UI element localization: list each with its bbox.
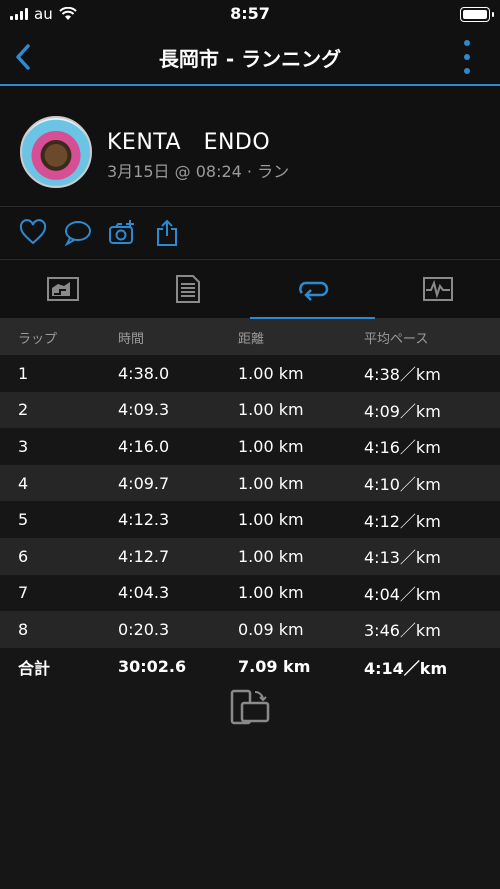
lap-number: 5 — [0, 501, 117, 538]
heart-icon[interactable] — [19, 219, 47, 247]
lap-time: 4:09.3 — [117, 391, 237, 429]
rotate-screen-icon[interactable] — [229, 688, 271, 726]
lap-distance: 1.00 km — [237, 537, 363, 575]
lap-time: 4:09.7 — [117, 464, 237, 502]
lap-distance: 1.00 km — [237, 574, 363, 612]
table-row: 5 4:12.3 1.00 km 4:12／km — [0, 501, 500, 538]
share-icon[interactable] — [153, 219, 181, 247]
lap-pace: 4:04／km — [363, 574, 500, 612]
battery-icon — [460, 7, 494, 22]
summary-chart-icon — [46, 277, 79, 301]
page-title: 長岡市 - ランニング — [158, 47, 342, 71]
laps-icon — [298, 281, 328, 301]
lap-time: 4:04.3 — [117, 574, 237, 612]
lap-pace: 4:13／km — [363, 537, 500, 575]
graph-icon — [422, 277, 453, 301]
status-time: 8:57 — [230, 4, 270, 23]
comment-icon[interactable] — [64, 219, 92, 247]
table-row: 3 4:16.0 1.00 km 4:16／km — [0, 428, 500, 465]
avatar[interactable] — [20, 116, 92, 188]
lap-distance: 1.00 km — [237, 391, 363, 429]
lap-time: 4:12.7 — [117, 537, 237, 575]
table-header: ラップ 時間 距離 平均ペース — [0, 319, 500, 355]
user-name[interactable]: KENTA ENDO — [107, 124, 270, 156]
lap-number: 3 — [0, 428, 117, 465]
lap-distance: 1.00 km — [237, 428, 363, 465]
table-row: 8 0:20.3 0.09 km 3:46／km — [0, 611, 500, 648]
status-bar: au 8:57 — [0, 0, 500, 30]
lap-number: 6 — [0, 537, 117, 575]
lap-time: 4:38.0 — [117, 355, 237, 392]
action-bar — [0, 207, 500, 260]
total-pace: 4:14／km — [363, 647, 500, 686]
lap-distance: 0.09 km — [237, 611, 363, 648]
tab-graphs[interactable] — [375, 260, 500, 318]
tab-summary[interactable] — [0, 260, 125, 318]
table-row: 4 4:09.7 1.00 km 4:10／km — [0, 464, 500, 502]
table-row: 7 4:04.3 1.00 km 4:04／km — [0, 574, 500, 612]
lap-pace: 3:46／km — [363, 611, 500, 648]
col-time: 時間 — [117, 319, 237, 355]
lap-pace: 4:16／km — [363, 428, 500, 465]
lap-number: 7 — [0, 574, 117, 612]
total-label: 合計 — [0, 647, 117, 686]
activity-meta: 3月15日 @ 08:24 · ラン — [107, 162, 290, 181]
activity-tabs — [0, 260, 500, 319]
lap-time: 0:20.3 — [117, 611, 237, 648]
lap-pace: 4:38／km — [363, 355, 500, 392]
lap-pace: 4:12／km — [363, 501, 500, 538]
laps-table: ラップ 時間 距離 平均ペース 1 4:38.0 1.00 km 4:38／km… — [0, 319, 500, 686]
more-options-icon[interactable] — [462, 40, 472, 74]
table-row: 1 4:38.0 1.00 km 4:38／km — [0, 355, 500, 392]
total-distance: 7.09 km — [237, 647, 363, 686]
lap-distance: 1.00 km — [237, 464, 363, 502]
nav-bar: 長岡市 - ランニング — [0, 30, 500, 86]
col-pace: 平均ペース — [363, 319, 500, 355]
table-row: 6 4:12.7 1.00 km 4:13／km — [0, 537, 500, 575]
camera-add-icon[interactable] — [108, 219, 136, 247]
lap-time: 4:12.3 — [117, 501, 237, 538]
total-time: 30:02.6 — [117, 647, 237, 686]
tab-laps[interactable] — [250, 260, 375, 319]
lap-number: 8 — [0, 611, 117, 648]
lap-distance: 1.00 km — [237, 501, 363, 538]
lap-distance: 1.00 km — [237, 355, 363, 392]
lap-number: 1 — [0, 355, 117, 392]
lap-pace: 4:09／km — [363, 391, 500, 429]
table-row: 2 4:09.3 1.00 km 4:09／km — [0, 391, 500, 429]
total-row: 合計 30:02.6 7.09 km 4:14／km — [0, 647, 500, 686]
lap-number: 2 — [0, 391, 117, 429]
lap-number: 4 — [0, 464, 117, 502]
tab-details[interactable] — [125, 260, 250, 318]
details-list-icon — [175, 275, 200, 303]
col-distance: 距離 — [237, 319, 363, 355]
lap-pace: 4:10／km — [363, 464, 500, 502]
lap-time: 4:16.0 — [117, 428, 237, 465]
activity-header: KENTA ENDO 3月15日 @ 08:24 · ラン — [0, 86, 500, 207]
col-lap: ラップ — [0, 319, 117, 355]
